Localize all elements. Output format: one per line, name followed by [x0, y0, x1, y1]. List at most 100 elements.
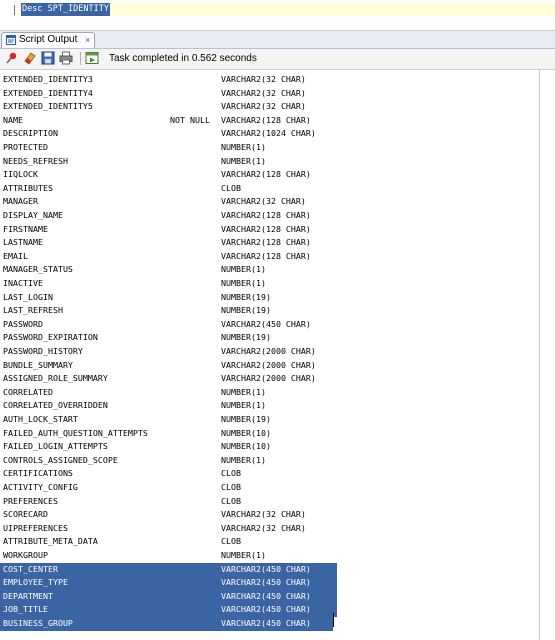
output-right-border [539, 70, 540, 640]
table-row[interactable]: LAST_REFRESH NUMBER(19) [0, 304, 337, 318]
table-row[interactable]: CORRELATED NUMBER(1) [0, 386, 337, 400]
eraser-icon[interactable] [23, 51, 37, 65]
editor-gutter-marker [14, 5, 15, 15]
table-row[interactable]: CONTROLS_ASSIGNED_SCOPE NUMBER(1) [0, 454, 337, 468]
toolbar-separator [80, 52, 81, 65]
column-type: VARCHAR2(128 CHAR) [221, 114, 311, 125]
column-name: CORRELATED_OVERRIDDEN [3, 400, 108, 411]
column-type: CLOB [221, 536, 241, 547]
column-type: NUMBER(1) [221, 454, 266, 465]
column-name: LAST_REFRESH [3, 305, 63, 316]
column-type: VARCHAR2(2000 CHAR) [221, 373, 316, 384]
column-type: VARCHAR2(128 CHAR) [221, 210, 311, 220]
table-row[interactable]: CORRELATED_OVERRIDDEN NUMBER(1) [0, 399, 337, 413]
table-row[interactable]: PASSWORD_EXPIRATION NUMBER(19) [0, 331, 337, 345]
column-name: PASSWORD [3, 318, 43, 329]
table-row[interactable]: WORKGROUP NUMBER(1) [0, 549, 337, 563]
table-row[interactable]: PASSWORD_HISTORY VARCHAR2(2000 CHAR) [0, 345, 337, 359]
column-name: ASSIGNED_ROLE_SUMMARY [3, 373, 108, 384]
table-row[interactable]: LASTNAME VARCHAR2(128 CHAR) [0, 236, 337, 250]
table-row[interactable]: COST_CENTER VARCHAR2(450 CHAR) [0, 562, 337, 577]
column-name: EMAIL [3, 250, 28, 261]
column-type: CLOB [221, 182, 241, 193]
column-type: VARCHAR2(450 CHAR) [221, 577, 311, 588]
sql-editor[interactable]: Desc SPT_IDENTITY [0, 0, 555, 31]
column-type: VARCHAR2(2000 CHAR) [221, 346, 316, 356]
table-row[interactable]: EXTENDED_IDENTITY3 VARCHAR2(32 CHAR) [0, 73, 337, 87]
column-type: NUMBER(1) [221, 550, 266, 560]
column-name: NEEDS_REFRESH [3, 155, 68, 166]
table-row[interactable]: ACTIVITY_CONFIG CLOB [0, 481, 337, 495]
table-row[interactable]: NEEDS_REFRESH NUMBER(1) [0, 155, 337, 169]
table-row[interactable]: PREFERENCES CLOB [0, 495, 337, 509]
column-name: WORKGROUP [3, 550, 48, 560]
table-row[interactable]: IIQLOCK VARCHAR2(128 CHAR) [0, 168, 337, 182]
table-row[interactable]: BUSINESS_GROUP VARCHAR2(450 CHAR) [0, 617, 333, 631]
column-name: ATTRIBUTE_META_DATA [3, 536, 98, 547]
table-row[interactable]: ATTRIBUTE_META_DATA CLOB [0, 535, 337, 549]
column-name: FIRSTNAME [3, 223, 48, 234]
column-name: JOB_TITLE [3, 604, 48, 615]
script-output-panel[interactable]: EXTENDED_IDENTITY3 VARCHAR2(32 CHAR) EXTEN… [0, 70, 540, 640]
table-row[interactable]: PASSWORD VARCHAR2(450 CHAR) [0, 318, 337, 332]
table-row[interactable]: FAILED_LOGIN_ATTEMPTS NUMBER(10) [0, 440, 337, 454]
column-name: CONTROLS_ASSIGNED_SCOPE [3, 454, 118, 465]
table-row[interactable]: JOB_TITLE VARCHAR2(450 CHAR) [0, 603, 337, 617]
table-row[interactable]: INACTIVE NUMBER(1) [0, 277, 337, 291]
table-row[interactable]: ASSIGNED_ROLE_SUMMARY VARCHAR2(2000 CHAR) [0, 372, 337, 386]
pin-icon[interactable] [5, 51, 19, 65]
column-type: NUMBER(10) [221, 441, 271, 452]
column-name: LASTNAME [3, 237, 43, 248]
column-type: VARCHAR2(32 CHAR) [221, 509, 306, 520]
table-row[interactable]: SCORECARD VARCHAR2(32 CHAR) [0, 508, 337, 522]
column-type: NUMBER(1) [221, 155, 266, 166]
close-icon[interactable]: × [85, 33, 90, 47]
column-name: SCORECARD [3, 509, 48, 520]
tab-script-output[interactable]: Script Output × [1, 32, 95, 48]
table-row[interactable]: NAME NOT NULL VARCHAR2(128 CHAR) [0, 114, 337, 128]
table-row[interactable]: DEPARTMENT VARCHAR2(450 CHAR) [0, 589, 337, 604]
column-type: VARCHAR2(32 CHAR) [221, 196, 306, 207]
table-row[interactable]: LAST_LOGIN NUMBER(19) [0, 291, 337, 305]
table-row[interactable]: FAILED_AUTH_QUESTION_ATTEMPTS NUMBER(10) [0, 427, 337, 441]
column-type: NUMBER(19) [221, 305, 271, 316]
column-name: UIPREFERENCES [3, 522, 68, 533]
column-name: FAILED_LOGIN_ATTEMPTS [3, 441, 108, 452]
editor-current-line[interactable]: Desc SPT_IDENTITY [18, 3, 555, 16]
column-name: IIQLOCK [3, 169, 38, 180]
table-row[interactable]: PROTECTED NUMBER(1) [0, 141, 337, 155]
column-type: VARCHAR2(1024 CHAR) [221, 128, 316, 139]
column-name: CERTIFICATIONS [3, 468, 73, 479]
table-row[interactable]: EMPLOYEE_TYPE VARCHAR2(450 CHAR) [0, 576, 337, 590]
print-icon[interactable] [59, 51, 73, 65]
column-name: AUTH_LOCK_START [3, 414, 78, 424]
table-row[interactable]: ATTRIBUTES CLOB [0, 182, 337, 196]
save-icon[interactable] [41, 51, 55, 65]
column-name: DEPARTMENT [3, 590, 53, 601]
column-type: VARCHAR2(32 CHAR) [221, 101, 306, 112]
table-row[interactable]: MANAGER VARCHAR2(32 CHAR) [0, 195, 337, 209]
table-row[interactable]: UIPREFERENCES VARCHAR2(32 CHAR) [0, 522, 337, 536]
column-name: PROTECTED [3, 142, 48, 152]
column-type: VARCHAR2(128 CHAR) [221, 223, 311, 234]
column-name: DISPLAY_NAME [3, 210, 63, 220]
table-row[interactable]: BUNDLE_SUMMARY VARCHAR2(2000 CHAR) [0, 359, 337, 373]
column-name: MANAGER_STATUS [3, 264, 73, 275]
column-name: PREFERENCES [3, 495, 58, 506]
table-row[interactable]: EXTENDED_IDENTITY5 VARCHAR2(32 CHAR) [0, 100, 337, 114]
table-row[interactable]: EMAIL VARCHAR2(128 CHAR) [0, 250, 337, 264]
column-name: LAST_LOGIN [3, 291, 53, 302]
export-icon[interactable] [85, 51, 99, 65]
table-row[interactable]: AUTH_LOCK_START NUMBER(19) [0, 413, 337, 427]
table-row[interactable]: DESCRIPTION VARCHAR2(1024 CHAR) [0, 127, 337, 141]
table-row[interactable]: MANAGER_STATUS NUMBER(1) [0, 263, 337, 277]
column-type: NUMBER(1) [221, 278, 266, 288]
column-name: FAILED_AUTH_QUESTION_ATTEMPTS [3, 427, 148, 438]
editor-query-text[interactable]: Desc SPT_IDENTITY [21, 3, 110, 16]
table-row[interactable]: FIRSTNAME VARCHAR2(128 CHAR) [0, 223, 337, 237]
column-name: EXTENDED_IDENTITY3 [3, 74, 93, 84]
table-row[interactable]: EXTENDED_IDENTITY4 VARCHAR2(32 CHAR) [0, 87, 337, 101]
table-row[interactable]: CERTIFICATIONS CLOB [0, 467, 337, 481]
table-row[interactable]: DISPLAY_NAME VARCHAR2(128 CHAR) [0, 209, 337, 223]
null-constraint: NOT NULL [170, 114, 210, 125]
